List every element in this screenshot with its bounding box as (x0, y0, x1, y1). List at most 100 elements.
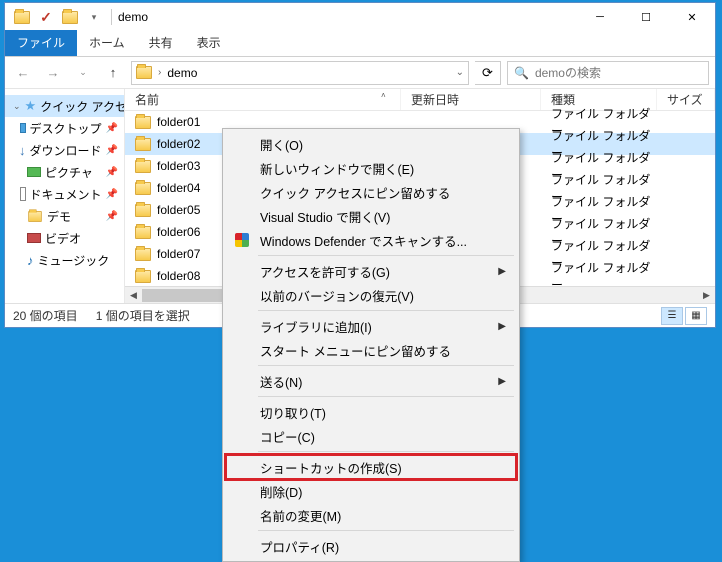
minimize-button[interactable]: ─ (577, 3, 623, 31)
menu-item-label: スタート メニューにピン留めする (260, 341, 451, 360)
menu-item-2[interactable]: クイック アクセスにピン留めする (226, 180, 516, 204)
menu-item-label: 削除(D) (260, 482, 302, 501)
sidebar-item-label: デスクトップ (30, 120, 102, 137)
sidebar-item-7[interactable]: ♪ミュージック (5, 249, 124, 271)
menu-item-10[interactable]: スタート メニューにピン留めする (226, 338, 516, 362)
file-name: folder03 (157, 159, 200, 173)
menu-item-17[interactable]: ショートカットの作成(S) (226, 455, 516, 479)
sort-arrow-icon: ˄ (381, 91, 386, 100)
pin-icon: 📌 (106, 167, 118, 178)
nav-forward-button[interactable]: → (41, 61, 65, 85)
menu-item-label: 新しいウィンドウで開く(E) (260, 159, 414, 178)
nav-up-button[interactable]: ↑ (101, 61, 125, 85)
pin-icon: 📌 (106, 145, 118, 156)
pin-icon: 📌 (106, 189, 118, 200)
qat-dropdown[interactable]: ▾ (83, 6, 105, 28)
column-date[interactable]: 更新日時 (401, 89, 541, 110)
file-name: folder02 (157, 137, 200, 151)
menu-separator (258, 255, 514, 256)
menu-item-6[interactable]: アクセスを許可する(G)▶ (226, 259, 516, 283)
sidebar-item-label: ビデオ (45, 230, 81, 247)
menu-separator (258, 396, 514, 397)
folder-icon (135, 160, 151, 173)
menu-item-12[interactable]: 送る(N)▶ (226, 369, 516, 393)
qat-new-folder-icon[interactable] (59, 6, 81, 28)
context-menu[interactable]: 開く(O) 新しいウィンドウで開く(E) クイック アクセスにピン留めする Visua… (222, 128, 520, 562)
menu-item-label: 開く(O) (260, 135, 303, 154)
pin-icon: 📌 (106, 211, 118, 222)
file-name: folder06 (157, 225, 200, 239)
view-buttons: ☰ ▦ (661, 307, 707, 325)
address-bar[interactable]: › demo ⌄ (131, 61, 469, 85)
nav-back-button[interactable]: ← (11, 61, 35, 85)
submenu-arrow-icon: ▶ (498, 321, 506, 332)
navigation-pane[interactable]: ⌄★クイック アクセスデスクトップ📌↓ダウンロード📌ピクチャ📌ドキュメント📌デモ… (5, 89, 125, 303)
sidebar-item-3[interactable]: ピクチャ📌 (5, 161, 124, 183)
menu-item-label: Windows Defender でスキャンする... (260, 231, 467, 250)
view-details-button[interactable]: ☰ (661, 307, 683, 325)
folder-icon (135, 116, 151, 129)
check-icon: ✓ (40, 9, 52, 26)
file-name: folder07 (157, 247, 200, 261)
view-icons-button[interactable]: ▦ (685, 307, 707, 325)
menu-item-1[interactable]: 新しいウィンドウで開く(E) (226, 156, 516, 180)
menu-separator (258, 365, 514, 366)
menu-item-18[interactable]: 削除(D) (226, 479, 516, 503)
menu-item-4[interactable]: Windows Defender でスキャンする... (226, 228, 516, 252)
sidebar-item-0[interactable]: ⌄★クイック アクセス (5, 95, 124, 117)
menu-item-label: コピー(C) (260, 427, 315, 446)
menu-item-label: 切り取り(T) (260, 403, 326, 422)
file-name: folder04 (157, 181, 200, 195)
menu-separator (258, 530, 514, 531)
title-bar[interactable]: ✓ ▾ demo ─ ☐ ✕ (5, 3, 715, 31)
menu-item-label: Visual Studio で開く(V) (260, 207, 390, 226)
menu-item-14[interactable]: 切り取り(T) (226, 400, 516, 424)
close-button[interactable]: ✕ (669, 3, 715, 31)
tab-home[interactable]: ホーム (77, 30, 137, 56)
sidebar-item-4[interactable]: ドキュメント📌 (5, 183, 124, 205)
scroll-right-button[interactable]: ▶ (698, 287, 715, 303)
menu-item-0[interactable]: 開く(O) (226, 132, 516, 156)
file-name: folder05 (157, 203, 200, 217)
scroll-left-button[interactable]: ◀ (125, 287, 142, 303)
menu-item-19[interactable]: 名前の変更(M) (226, 503, 516, 527)
folder-icon (135, 270, 151, 283)
expand-icon: ⌄ (13, 101, 21, 112)
menu-separator (258, 310, 514, 311)
folder-icon (135, 248, 151, 261)
nav-recent-dropdown[interactable]: ⌄ (71, 61, 95, 85)
menu-item-21[interactable]: プロパティ(R) (226, 534, 516, 558)
pin-icon: 📌 (106, 123, 118, 134)
refresh-button[interactable]: ⟳ (475, 61, 501, 85)
maximize-button[interactable]: ☐ (623, 3, 669, 31)
address-folder-icon (136, 66, 152, 79)
sidebar-item-5[interactable]: デモ 📌 (5, 205, 124, 227)
quick-access-toolbar: ✓ ▾ (5, 6, 105, 28)
tab-view[interactable]: 表示 (185, 30, 233, 56)
menu-item-15[interactable]: コピー(C) (226, 424, 516, 448)
file-name: folder08 (157, 269, 200, 283)
sidebar-item-1[interactable]: デスクトップ 📌 (5, 117, 124, 139)
sidebar-item-label: ダウンロード (30, 142, 102, 159)
sidebar-item-label: デモ (47, 208, 71, 225)
column-size[interactable]: サイズ (657, 89, 715, 110)
column-name[interactable]: 名前˄ (125, 89, 401, 110)
qat-properties-icon[interactable]: ✓ (35, 6, 57, 28)
menu-item-9[interactable]: ライブラリに追加(I)▶ (226, 314, 516, 338)
menu-item-label: 以前のバージョンの復元(V) (260, 286, 414, 305)
sidebar-item-2[interactable]: ↓ダウンロード📌 (5, 139, 124, 161)
folder-icon (135, 204, 151, 217)
menu-item-label: アクセスを許可する(G) (260, 262, 390, 281)
status-item-count: 20 個の項目 (13, 307, 78, 324)
menu-item-7[interactable]: 以前のバージョンの復元(V) (226, 283, 516, 307)
address-folder-name: demo (167, 66, 197, 80)
tab-share[interactable]: 共有 (137, 30, 185, 56)
menu-item-3[interactable]: Visual Studio で開く(V) (226, 204, 516, 228)
tab-file[interactable]: ファイル (5, 30, 77, 56)
menu-item-label: ショートカットの作成(S) (260, 458, 402, 477)
sidebar-item-6[interactable]: ビデオ (5, 227, 124, 249)
address-dropdown-icon[interactable]: ⌄ (456, 67, 464, 78)
qat-folder-icon[interactable] (11, 6, 33, 28)
title-separator (111, 9, 112, 25)
search-box[interactable]: 🔍 demoの検索 (507, 61, 709, 85)
